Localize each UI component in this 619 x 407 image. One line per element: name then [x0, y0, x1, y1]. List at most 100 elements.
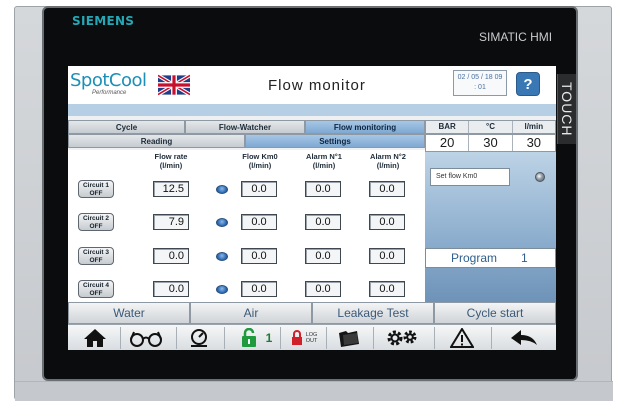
circuit-2-flow-rate: 7.9: [153, 214, 189, 230]
user-level-control[interactable]: 1: [232, 327, 280, 349]
circuit-1-flow-km0[interactable]: 0.0: [241, 181, 277, 197]
tab-flow-watcher[interactable]: Flow-Watcher: [185, 120, 305, 134]
gears-icon[interactable]: [382, 327, 422, 349]
tab-cycle[interactable]: Cycle: [68, 120, 185, 134]
simatic-hmi-label: SIMATIC HMI: [479, 30, 553, 44]
col-header-flow-km0: Flow Km0 (l/min): [242, 152, 278, 170]
device-bottom-rim: [15, 381, 613, 401]
toolbar-divider: [176, 327, 177, 349]
circuit-4-status-led: [216, 285, 228, 294]
circuit-3-toggle[interactable]: Circuit 3 OFF: [78, 247, 114, 265]
circuit-3-alarm2[interactable]: 0.0: [369, 248, 405, 264]
circuit-state: OFF: [89, 290, 103, 297]
readout-value-bar: 20: [426, 135, 470, 151]
touch-label: TOUCH: [557, 74, 576, 144]
help-button[interactable]: ?: [516, 72, 540, 96]
logout-label: LOG OUT: [306, 332, 318, 344]
set-flow-km0-button[interactable]: Set flow Km0: [430, 168, 510, 186]
circuit-name: Circuit 4: [82, 282, 109, 289]
col-header-alarm2: Alarm N°2 (l/min): [370, 152, 406, 170]
flow-table: Flow rate (l/min) Flow Km0 (l/min) Alarm…: [68, 150, 425, 302]
circuit-3-alarm1[interactable]: 0.0: [305, 248, 341, 264]
toolbar-divider: [326, 327, 327, 349]
circuit-state: OFF: [89, 223, 103, 230]
toolbar-divider: [434, 327, 435, 349]
circuit-2-flow-km0[interactable]: 0.0: [241, 214, 277, 230]
circuit-4-alarm1[interactable]: 0.0: [305, 281, 341, 297]
circuit-2-alarm2[interactable]: 0.0: [369, 214, 405, 230]
folder-icon[interactable]: [333, 327, 365, 349]
back-arrow-icon[interactable]: [504, 327, 544, 349]
toolbar-divider: [120, 327, 121, 349]
circuit-2-status-led: [216, 218, 228, 227]
col-header-alarm1: Alarm N°1 (l/min): [306, 152, 342, 170]
circuit-name: Circuit 3: [82, 249, 109, 256]
circuit-4-toggle[interactable]: Circuit 4 OFF: [78, 280, 114, 298]
tab-row-1: Cycle Flow-Watcher Flow monitoring: [68, 120, 425, 134]
date-time-display: 02 / 05 / 18 09 : 01: [453, 70, 507, 96]
circuit-2-alarm1[interactable]: 0.0: [305, 214, 341, 230]
readout-header-temp: °C: [469, 121, 513, 133]
header-bar: SpotCool Performance Flow monitor 02 / 0…: [68, 66, 556, 116]
toolbar-divider: [373, 327, 374, 349]
date-line: 02 / 05 / 18 09: [457, 74, 503, 81]
circuit-3-flow-km0[interactable]: 0.0: [241, 248, 277, 264]
time-line: : 01: [474, 84, 486, 91]
page-title: Flow monitor: [268, 77, 366, 94]
toolbar-divider: [280, 327, 281, 349]
program-label: Program: [451, 251, 498, 265]
leakage-test-button[interactable]: Leakage Test: [312, 302, 434, 324]
circuit-1-alarm1[interactable]: 0.0: [305, 181, 341, 197]
logout-line-2: OUT: [305, 338, 318, 344]
uk-flag-icon[interactable]: [158, 74, 190, 96]
water-button[interactable]: Water: [68, 302, 190, 324]
toolbar-divider: [491, 327, 492, 349]
circuit-4-flow-km0[interactable]: 0.0: [241, 281, 277, 297]
tab-settings[interactable]: Settings: [245, 134, 425, 148]
user-level-value: 1: [265, 331, 273, 345]
circuit-1-toggle[interactable]: Circuit 1 OFF: [78, 180, 114, 198]
circuit-3-status-led: [216, 252, 228, 261]
mode-button-row: Water Air Leakage Test Cycle start: [68, 302, 556, 324]
circuit-3-flow-rate: 0.0: [153, 248, 189, 264]
readout-header-flow: l/min: [524, 122, 544, 131]
circuit-4-alarm2[interactable]: 0.0: [369, 281, 405, 297]
logout-lock-icon: [291, 330, 302, 345]
circuit-name: Circuit 2: [82, 215, 109, 222]
readout-value-temp: 30: [469, 135, 513, 151]
col-header-flow-rate: Flow rate (l/min): [154, 152, 188, 170]
program-value: 1: [521, 251, 528, 265]
settings-panel: Set flow Km0 Program 1: [425, 152, 556, 302]
toolbar-divider: [224, 327, 225, 349]
circuit-1-flow-rate: 12.5: [153, 181, 189, 197]
gauge-icon[interactable]: [184, 327, 214, 349]
circuit-1-alarm2[interactable]: 0.0: [369, 181, 405, 197]
tab-row-2: Reading Settings: [68, 134, 425, 148]
circuit-2-toggle[interactable]: Circuit 2 OFF: [78, 213, 114, 231]
logout-button[interactable]: LOG OUT: [284, 327, 324, 349]
glasses-icon[interactable]: [126, 327, 166, 349]
program-display[interactable]: Program 1: [425, 248, 556, 268]
circuit-name: Circuit 1: [82, 182, 109, 189]
circuit-1-status-led: [216, 185, 228, 194]
warning-icon[interactable]: [444, 327, 480, 349]
readout-values: 20 30 30: [425, 134, 556, 152]
spotcool-logo-text: SpotCool: [70, 70, 147, 91]
readout-header-bar: BAR: [426, 121, 470, 133]
readout-value-flow: 30: [526, 135, 542, 150]
circuit-state: OFF: [89, 257, 103, 264]
set-flow-indicator-led: [535, 172, 545, 182]
icon-toolbar: 1 LOG OUT: [68, 324, 556, 350]
hmi-screen: SpotCool Performance Flow monitor 02 / 0…: [68, 66, 556, 350]
circuit-4-flow-rate: 0.0: [153, 281, 189, 297]
siemens-logo: SIEMENS: [72, 14, 135, 28]
tab-flow-monitoring[interactable]: Flow monitoring: [305, 120, 425, 134]
readout-header: BAR °C l/min: [425, 120, 556, 134]
circuit-state: OFF: [89, 190, 103, 197]
air-button[interactable]: Air: [190, 302, 312, 324]
header-band: [68, 104, 556, 116]
tab-reading[interactable]: Reading: [68, 134, 245, 148]
home-icon[interactable]: [80, 327, 110, 349]
unlock-icon: [241, 328, 256, 347]
cycle-start-button[interactable]: Cycle start: [434, 302, 556, 324]
